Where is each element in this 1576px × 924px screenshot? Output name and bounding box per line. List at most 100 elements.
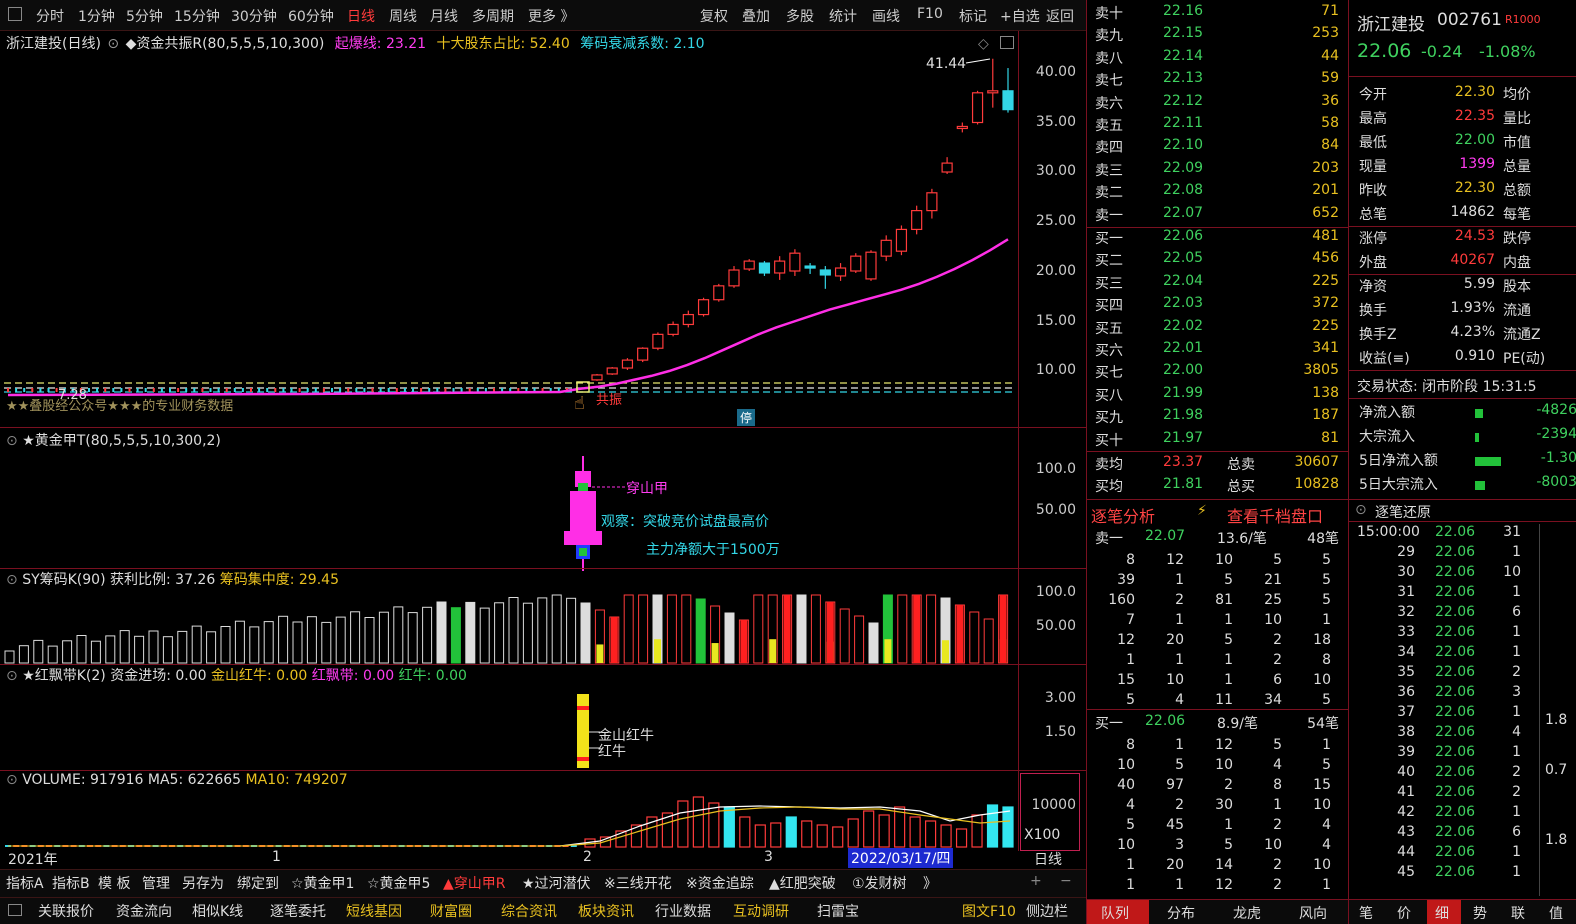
p4-title[interactable]: ★红飘带K(2)	[22, 668, 106, 684]
analysis-link[interactable]: 查看千档盘口	[1227, 503, 1323, 527]
tab-fcs[interactable]: ①发财树	[852, 873, 907, 893]
bid-price[interactable]: 22.00	[1163, 362, 1203, 378]
bid-price[interactable]: 22.01	[1163, 340, 1203, 356]
ask-price[interactable]: 22.10	[1163, 137, 1203, 153]
bid-price[interactable]: 22.05	[1163, 250, 1203, 266]
tab-fenbu[interactable]: 分布	[1167, 903, 1195, 923]
tab-caifu[interactable]: 财富圈	[430, 901, 472, 921]
tab-1min[interactable]: 1分钟	[78, 6, 115, 26]
tab-f10-tuwen[interactable]: 图文F10	[962, 901, 1016, 921]
collapse-icon[interactable]: ⊙	[6, 433, 18, 449]
bid-price[interactable]: 21.98	[1163, 407, 1203, 423]
btn-diejia[interactable]: 叠加	[742, 6, 770, 26]
minus-icon[interactable]: −	[1060, 873, 1072, 889]
dropdown-icon[interactable]: ⊙	[107, 36, 119, 52]
bid-price[interactable]: 22.04	[1163, 273, 1203, 289]
chip-bar	[551, 594, 562, 664]
tab-sxkh[interactable]: ※三线开花	[604, 873, 672, 893]
btn-biaoji[interactable]: 标记	[959, 6, 987, 26]
bid-price[interactable]: 22.03	[1163, 295, 1203, 311]
tab-hjj1[interactable]: ☆黄金甲1	[291, 873, 354, 893]
panel-toggle-icon[interactable]	[8, 904, 22, 916]
btn-tongji[interactable]: 统计	[829, 6, 857, 26]
tab-hftp[interactable]: ▲红肥突破	[769, 873, 836, 893]
ask-price[interactable]: 22.12	[1163, 93, 1203, 109]
tab-30min[interactable]: 30分钟	[231, 6, 277, 26]
btn-duogu[interactable]: 多股	[786, 6, 814, 26]
tab-csj[interactable]: ▲穿山甲R	[443, 873, 506, 893]
tab-duanxian[interactable]: 短线基因	[346, 901, 402, 921]
ask-price[interactable]: 22.16	[1163, 3, 1203, 19]
tab-zijin[interactable]: 资金流向	[116, 901, 172, 921]
quote-tab[interactable]: 势	[1473, 903, 1487, 923]
tab-guanlian[interactable]: 关联报价	[38, 901, 94, 921]
p3-title[interactable]: SY筹码K(90)	[22, 572, 105, 588]
tab-hjj5[interactable]: ☆黄金甲5	[367, 873, 430, 893]
analysis-title[interactable]: 逐笔分析	[1091, 503, 1155, 527]
ask-price[interactable]: 22.14	[1163, 48, 1203, 64]
bid-price[interactable]: 22.02	[1163, 318, 1203, 334]
ask-price[interactable]: 22.11	[1163, 115, 1203, 131]
tab-daily[interactable]: 日线	[347, 6, 375, 26]
collapse-icon[interactable]: ⊙	[6, 668, 18, 684]
btn-huaxian[interactable]: 画线	[872, 6, 900, 26]
btn-fuquan[interactable]: 复权	[700, 6, 728, 26]
quote-tab[interactable]: 联	[1511, 903, 1525, 923]
tab-more[interactable]: 》	[923, 873, 937, 893]
ask-price[interactable]: 22.15	[1163, 25, 1203, 41]
tab-ind-a[interactable]: 指标A	[6, 873, 44, 893]
tab-hangye[interactable]: 行业数据	[655, 901, 711, 921]
tab-more[interactable]: 更多 》	[528, 6, 574, 26]
tab-bankuai[interactable]: 板块资讯	[578, 901, 634, 921]
ask-price[interactable]: 22.09	[1163, 160, 1203, 176]
quote-tab[interactable]: 值	[1549, 903, 1563, 923]
bid-price[interactable]: 22.06	[1163, 228, 1203, 244]
tab-multi-period[interactable]: 多周期	[472, 6, 514, 26]
collapse-icon[interactable]: ⊙	[6, 772, 18, 788]
p2-title[interactable]: ★黄金甲T(80,5,5,5,10,300,2)	[22, 433, 221, 449]
btn-add-watch[interactable]: +自选	[1000, 6, 1040, 26]
tab-fenshi[interactable]: 分时	[36, 6, 64, 26]
tab-zjzz[interactable]: ※资金追踪	[686, 873, 754, 893]
btn-f10[interactable]: F10	[917, 6, 943, 22]
tab-monthly[interactable]: 月线	[430, 6, 458, 26]
quote-label: 昨收	[1359, 183, 1387, 199]
zb-title[interactable]: 逐笔还原	[1375, 502, 1431, 522]
ask-price[interactable]: 22.08	[1163, 182, 1203, 198]
plus-icon[interactable]: +	[1030, 873, 1042, 889]
collapse-icon[interactable]: ⊙	[1355, 502, 1367, 518]
quote-tab[interactable]: 细	[1435, 903, 1449, 923]
tab-15min[interactable]: 15分钟	[174, 6, 220, 26]
quote-tab[interactable]: 笔	[1359, 903, 1373, 923]
tab-saveas[interactable]: 另存为	[182, 873, 224, 893]
tab-duilie[interactable]: 队列	[1101, 903, 1129, 923]
indicator-label[interactable]: ◆资金共振R(80,5,5,5,10,300)	[126, 36, 325, 52]
tab-ind-b[interactable]: 指标B	[52, 873, 90, 893]
quote-tab[interactable]: 价	[1397, 903, 1411, 923]
tab-ghqf[interactable]: ★过河潜伏	[522, 873, 591, 893]
tab-5min[interactable]: 5分钟	[126, 6, 163, 26]
tab-hudong[interactable]: 互动调研	[733, 901, 789, 921]
tab-bind[interactable]: 绑定到	[237, 873, 279, 893]
tab-xiangsi[interactable]: 相似K线	[192, 901, 243, 921]
tab-manage[interactable]: 管理	[142, 873, 170, 893]
p5-title[interactable]: VOLUME:	[22, 772, 85, 788]
layout-icon[interactable]	[1000, 36, 1014, 49]
tab-zonghe[interactable]: 综合资讯	[501, 901, 557, 921]
bid-price[interactable]: 21.99	[1163, 385, 1203, 401]
tab-weekly[interactable]: 周线	[389, 6, 417, 26]
tab-sidebar[interactable]: 侧边栏	[1026, 901, 1068, 921]
collapse-icon[interactable]: ⊙	[6, 572, 18, 588]
tab-60min[interactable]: 60分钟	[288, 6, 334, 26]
diamond-icon[interactable]: ◇	[978, 36, 989, 52]
btn-back[interactable]: 返回	[1046, 6, 1074, 26]
tab-saolei[interactable]: 扫雷宝	[817, 901, 859, 921]
tab-zhubi[interactable]: 逐笔委托	[270, 901, 326, 921]
ask-price[interactable]: 22.13	[1163, 70, 1203, 86]
bid-price[interactable]: 21.97	[1163, 430, 1203, 446]
tab-longhu[interactable]: 龙虎	[1233, 903, 1261, 923]
tab-fengxiang[interactable]: 风向	[1299, 903, 1327, 923]
ask-price[interactable]: 22.07	[1163, 205, 1203, 221]
panel-toggle-icon[interactable]	[8, 7, 22, 21]
tab-template[interactable]: 模 板	[98, 873, 130, 893]
